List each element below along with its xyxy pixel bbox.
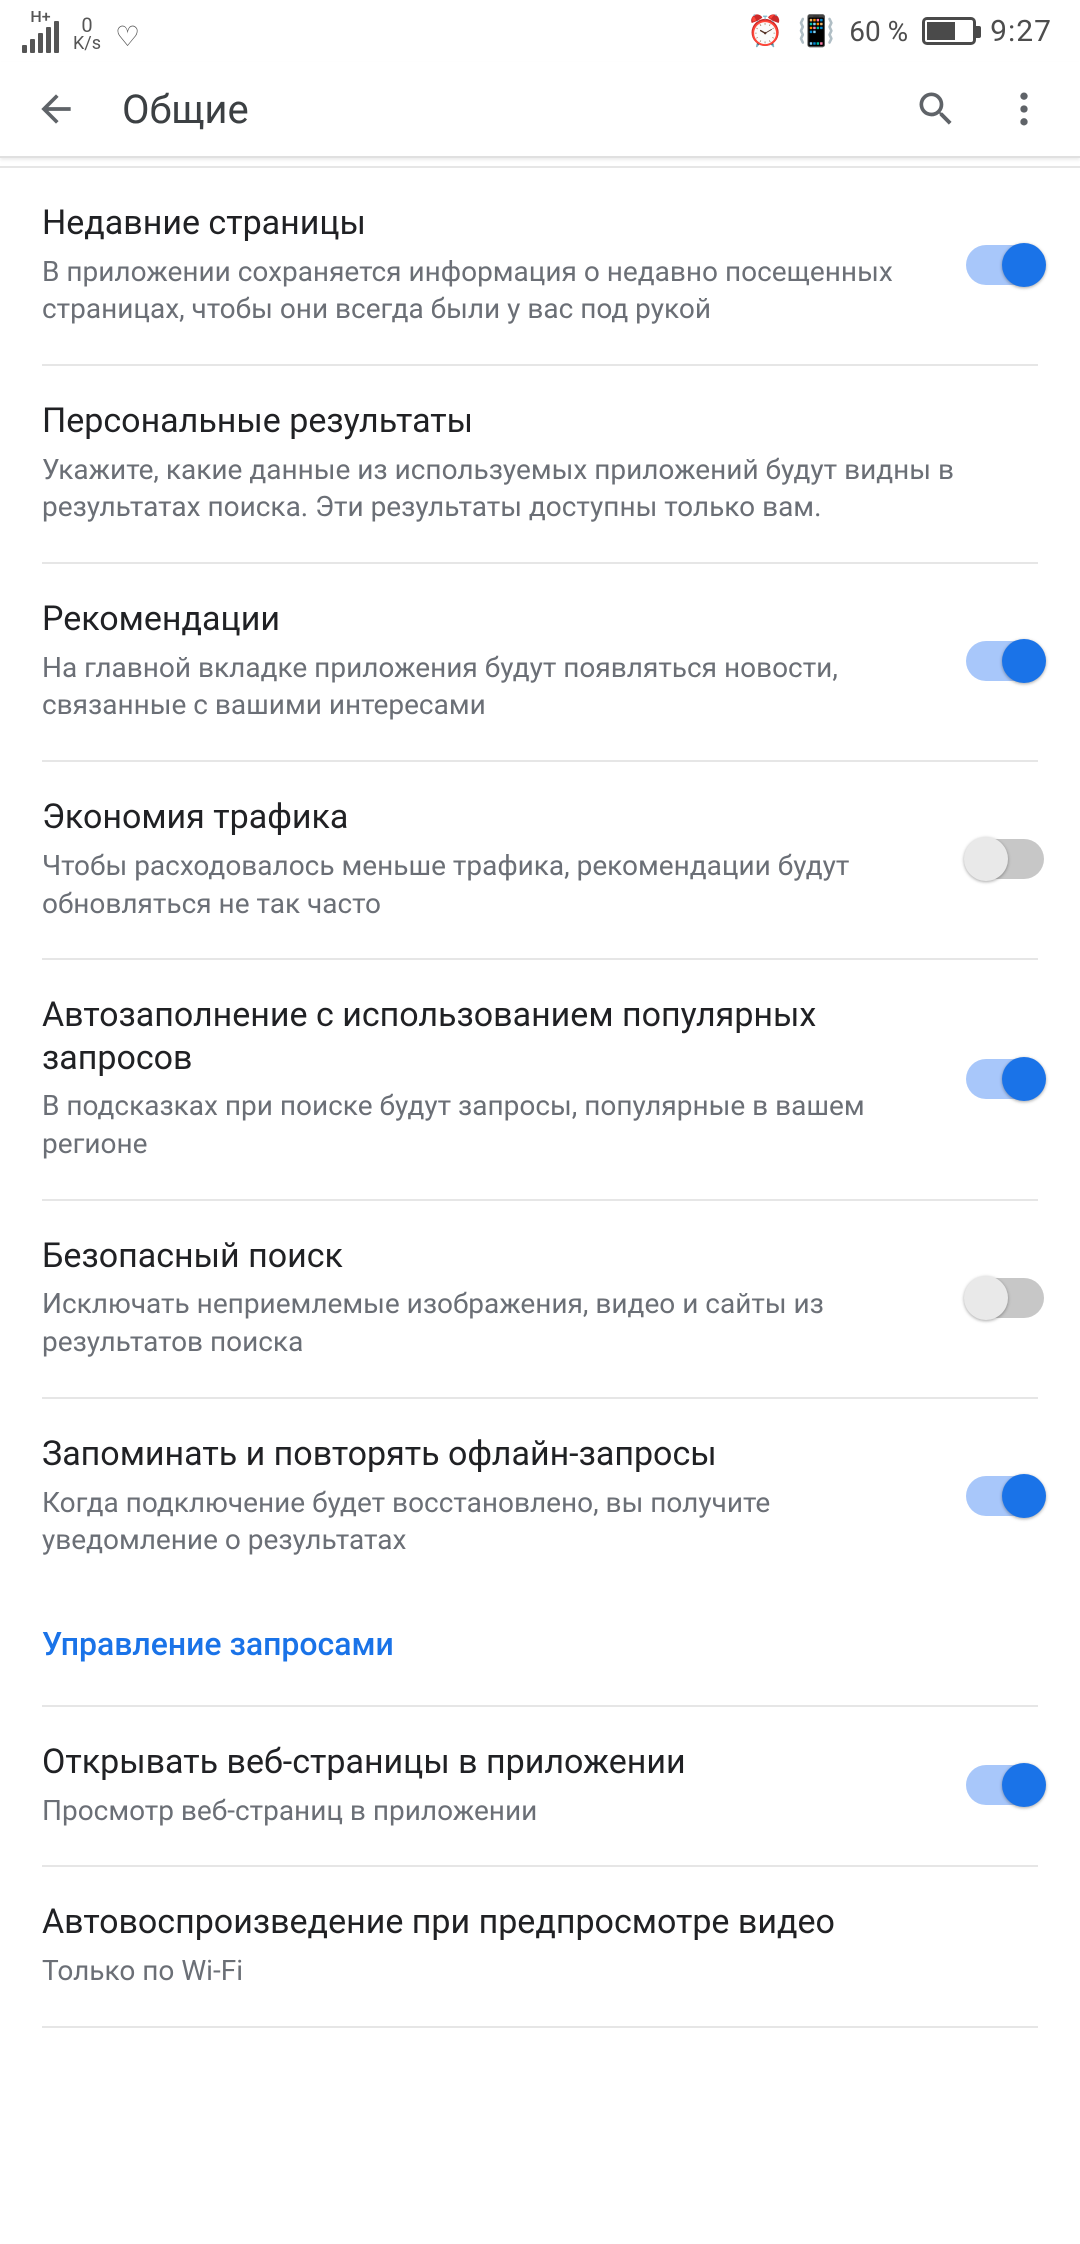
setting-title: Рекомендации (42, 598, 940, 641)
app-bar: Общие (0, 62, 1080, 158)
back-button[interactable] (12, 65, 100, 153)
search-icon (914, 87, 958, 131)
setting-title: Автозаполнение с использованием популярн… (42, 994, 940, 1079)
setting-data-saver[interactable]: Экономия трафика Чтобы расходовалось мен… (0, 762, 1080, 958)
overflow-menu-button[interactable] (980, 65, 1068, 153)
setting-title: Открывать веб-страницы в приложении (42, 1741, 940, 1784)
setting-subtitle: На главной вкладке приложения будут появ… (42, 649, 940, 725)
setting-autoplay-preview[interactable]: Автовоспроизведение при предпросмотре ви… (0, 1867, 1080, 2025)
setting-open-web-in-app[interactable]: Открывать веб-страницы в приложении Прос… (0, 1707, 1080, 1865)
setting-personal-results[interactable]: Персональные результаты Укажите, какие д… (0, 366, 1080, 562)
toggle-open-web-in-app[interactable] (966, 1765, 1044, 1805)
network-type-label: H+ (30, 9, 50, 25)
setting-title: Недавние страницы (42, 202, 940, 245)
vibrate-icon: 📳 (798, 14, 835, 49)
alarm-icon: ⏰ (746, 14, 783, 49)
toggle-retry-offline[interactable] (966, 1476, 1044, 1516)
status-right: ⏰ 📳 60 % 9:27 (746, 14, 1052, 49)
network-type-indicator: H+ (22, 9, 59, 53)
status-bar: H+ 0 K/s ♡ ⏰ 📳 60 % 9:27 (0, 0, 1080, 62)
arrow-back-icon (34, 87, 78, 131)
page-title: Общие (100, 86, 892, 133)
toggle-recommendations[interactable] (966, 641, 1044, 681)
data-rate-unit: K/s (73, 35, 101, 53)
heart-rate-icon: ♡ (115, 20, 140, 53)
setting-retry-offline[interactable]: Запоминать и повторять офлайн-запросы Ко… (0, 1399, 1080, 1595)
data-rate-indicator: 0 K/s (73, 15, 101, 53)
battery-icon (922, 17, 976, 45)
setting-title: Экономия трафика (42, 796, 940, 839)
search-button[interactable] (892, 65, 980, 153)
divider (42, 2026, 1038, 2028)
setting-title: Безопасный поиск (42, 1235, 940, 1278)
setting-recommendations[interactable]: Рекомендации На главной вкладке приложен… (0, 564, 1080, 760)
setting-safe-search[interactable]: Безопасный поиск Исключать неприемлемые … (0, 1201, 1080, 1397)
setting-title: Запоминать и повторять офлайн-запросы (42, 1433, 940, 1476)
data-rate-value: 0 (81, 15, 92, 35)
toggle-data-saver[interactable] (966, 839, 1044, 879)
signal-bars-icon (22, 25, 59, 53)
status-left: H+ 0 K/s ♡ (22, 9, 140, 53)
toggle-autocomplete-trending[interactable] (966, 1059, 1044, 1099)
toggle-safe-search[interactable] (966, 1278, 1044, 1318)
setting-subtitle: Просмотр веб-страниц в приложении (42, 1792, 940, 1830)
setting-subtitle: Когда подключение будет восстановлено, в… (42, 1484, 940, 1560)
setting-subtitle: Чтобы расходовалось меньше трафика, реко… (42, 847, 940, 923)
setting-subtitle: В подсказках при поиске будут запросы, п… (42, 1087, 940, 1163)
battery-percent: 60 % (849, 15, 908, 48)
manage-queries-link[interactable]: Управление запросами (42, 1625, 394, 1663)
setting-subtitle: Укажите, какие данные из используемых пр… (42, 451, 1044, 527)
more-vert-icon (1002, 87, 1046, 131)
setting-subtitle: Исключать неприемлемые изображения, виде… (42, 1285, 940, 1361)
setting-autocomplete-trending[interactable]: Автозаполнение с использованием популярн… (0, 960, 1080, 1199)
setting-subtitle: Только по Wi-Fi (42, 1952, 1044, 1990)
setting-title: Автовоспроизведение при предпросмотре ви… (42, 1901, 1044, 1944)
manage-queries-row[interactable]: Управление запросами (0, 1595, 1080, 1705)
settings-list: Недавние страницы В приложении сохраняет… (0, 168, 1080, 2068)
setting-recent-pages[interactable]: Недавние страницы В приложении сохраняет… (0, 168, 1080, 364)
toggle-recent-pages[interactable] (966, 245, 1044, 285)
setting-title: Персональные результаты (42, 400, 1044, 443)
setting-subtitle: В приложении сохраняется информация о не… (42, 253, 940, 329)
clock: 9:27 (990, 14, 1052, 49)
